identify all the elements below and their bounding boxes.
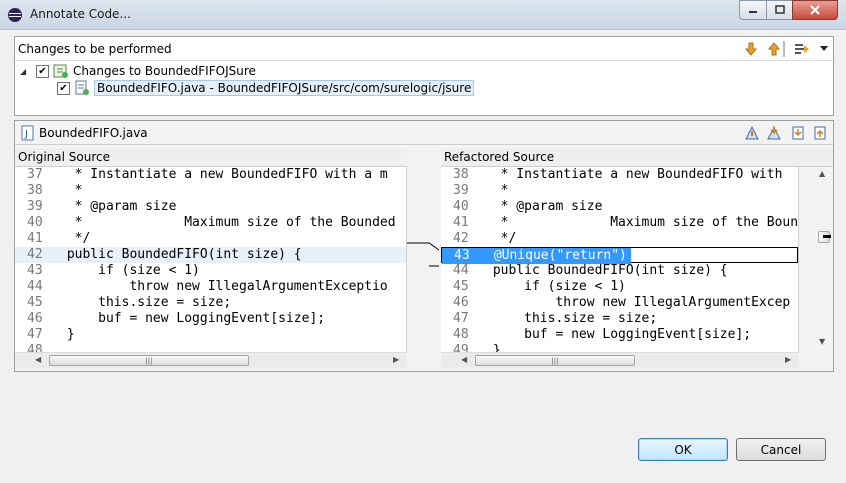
code-line: 39 * @param size [27, 199, 177, 214]
compare-file-header: J BoundedFIFO.java [15, 121, 833, 145]
code-line: 43 if (size < 1) [27, 263, 200, 278]
code-line-highlighted: 42 public BoundedFIFO(int size) { [15, 247, 406, 263]
code-line: 42 */ [453, 231, 517, 246]
original-source-title: Original Source [18, 150, 110, 164]
scroll-thumb[interactable]: ||| [49, 355, 249, 366]
eclipse-icon [8, 8, 22, 22]
maximize-icon [774, 5, 785, 14]
scroll-down-icon[interactable]: ▼ [819, 337, 825, 346]
java-file-change-icon [74, 80, 90, 96]
changes-icon [53, 63, 69, 79]
code-line: 41 */ [27, 231, 91, 246]
code-line: 46 throw new IllegalArgumentExcep [453, 295, 791, 310]
code-line: 38 * [27, 183, 83, 198]
code-line: 40 * @param size [453, 199, 603, 214]
code-line: 46 buf = new LoggingEvent[size]; [27, 311, 326, 326]
original-hscrollbar[interactable]: ◀ ||| ▶ [15, 352, 407, 368]
root-label: Changes to BoundedFIFOJSure [73, 64, 256, 78]
ok-button[interactable]: OK [638, 438, 728, 461]
changes-panel: Changes to be performed ◢ ✔ Changes to B… [14, 36, 834, 116]
previous-change-icon[interactable] [766, 41, 782, 57]
minimize-button[interactable] [739, 0, 767, 20]
diff-connector-gutter [407, 148, 441, 368]
code-line: 44 public BoundedFIFO(int size) { [453, 263, 728, 278]
tree-item-root[interactable]: ◢ ✔ Changes to BoundedFIFOJSure [20, 62, 256, 80]
scroll-left-icon[interactable]: ◀ [35, 355, 45, 364]
dropdown-icon[interactable] [816, 41, 832, 57]
file-checkbox[interactable]: ✔ [57, 81, 70, 95]
scroll-right-icon[interactable]: ▶ [785, 355, 795, 364]
code-line: 47 } [27, 327, 75, 342]
change-overview-marker [823, 235, 831, 238]
code-line: 45 if (size < 1) [453, 279, 626, 294]
close-icon [810, 5, 820, 15]
changes-title: Changes to be performed [18, 41, 172, 56]
scroll-thumb[interactable]: ||| [475, 355, 635, 366]
code-line: 49 } [453, 343, 501, 352]
changes-header: Changes to be performed [15, 37, 833, 61]
code-line: 40 * Maximum size of the Bounded [27, 215, 396, 230]
window-title: Annotate Code... [30, 7, 131, 21]
refactored-source-pane[interactable]: 38 * Instantiate a new BoundedFIFO with … [441, 167, 799, 352]
compare-panel: J BoundedFIFO.java Original Source 37 * … [14, 120, 834, 372]
refactored-vscrollbar[interactable]: ▲ ▼ [815, 167, 833, 352]
cancel-button[interactable]: Cancel [736, 438, 826, 461]
refactored-source-header: Refactored Source [441, 148, 833, 167]
code-line: 45 this.size = size; [27, 295, 232, 310]
code-line-added: 43 @Unique("return") [441, 247, 798, 264]
original-source-header: Original Source [15, 148, 407, 167]
code-line: 37 * Instantiate a new BoundedFIFO with … [27, 167, 388, 182]
file-label[interactable]: BoundedFIFO.java - BoundedFIFOJSure/src/… [94, 80, 475, 96]
diff-connector-icon [407, 242, 440, 267]
refactored-source-title: Refactored Source [444, 150, 555, 164]
scroll-right-icon[interactable]: ▶ [393, 355, 403, 364]
root-checkbox[interactable]: ✔ [36, 64, 49, 78]
code-line: 38 * Instantiate a new BoundedFIFO with [453, 167, 783, 182]
minimize-icon [749, 11, 757, 13]
code-line: 44 throw new IllegalArgumentExceptio [27, 279, 388, 294]
code-line: 39 * [453, 183, 509, 198]
next-change-icon[interactable] [743, 41, 759, 57]
code-line: 41 * Maximum size of the Boun [453, 215, 799, 230]
code-line: 48 [27, 343, 43, 352]
close-button[interactable] [792, 0, 838, 20]
scroll-up-icon[interactable]: ▲ [819, 169, 825, 178]
copy-current-change-icon[interactable] [766, 125, 782, 141]
filter-icon[interactable] [794, 41, 810, 57]
previous-difference-icon[interactable] [812, 125, 828, 141]
maximize-button[interactable] [766, 0, 793, 20]
copy-all-left-to-right-icon[interactable] [744, 125, 760, 141]
code-line: 48 buf = new LoggingEvent[size]; [453, 327, 752, 342]
compare-file-title: BoundedFIFO.java [39, 125, 148, 140]
java-file-icon: J [21, 125, 34, 140]
scroll-left-icon[interactable]: ◀ [461, 355, 471, 364]
original-source-pane[interactable]: 37 * Instantiate a new BoundedFIFO with … [15, 167, 407, 352]
refactored-hscrollbar[interactable]: ◀ ||| ▶ [441, 352, 799, 368]
next-difference-icon[interactable] [790, 125, 806, 141]
code-line: 47 this.size = size; [453, 311, 658, 326]
tree-item-file[interactable]: ✔ BoundedFIFO.java - BoundedFIFOJSure/sr… [57, 79, 475, 97]
svg-text:J: J [24, 129, 28, 140]
title-bar: Annotate Code... [0, 0, 846, 30]
collapse-twisty-icon[interactable]: ◢ [20, 67, 30, 76]
toolbar-separator [783, 41, 785, 57]
